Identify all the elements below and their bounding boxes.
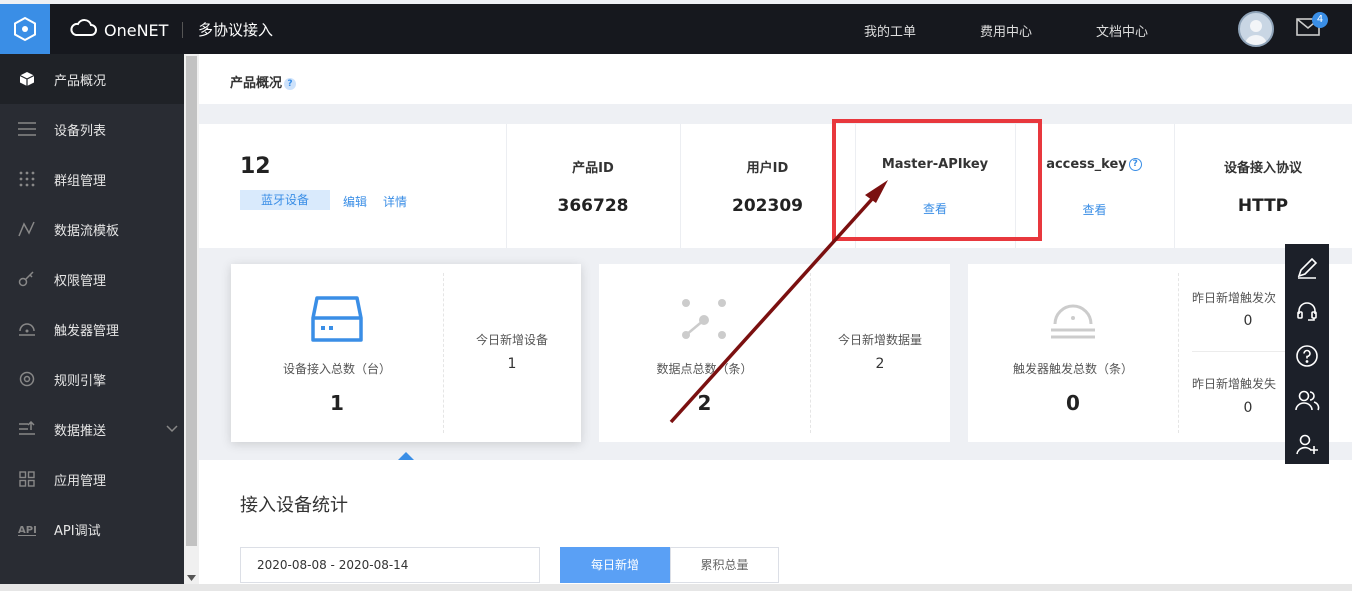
annotation-arrow bbox=[669, 180, 888, 424]
horizontal-scrollbar[interactable] bbox=[0, 584, 1352, 591]
